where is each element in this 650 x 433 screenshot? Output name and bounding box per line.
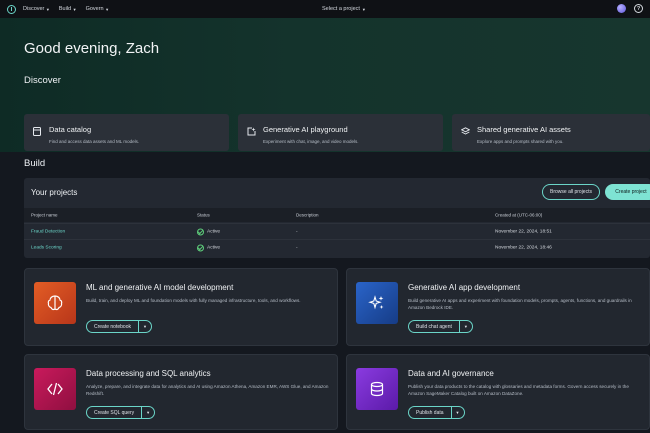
top-nav: Discover ▼ Build ▼ Govern ▼ Select a projec… [0, 0, 650, 18]
nav-build[interactable]: Build ▼ [59, 6, 77, 12]
app-logo-icon[interactable] [7, 4, 16, 14]
chevron-down-icon[interactable]: ▼ [460, 324, 472, 329]
chevron-down-icon[interactable]: ▼ [142, 410, 154, 415]
database-icon [356, 368, 398, 410]
catalog-icon [33, 127, 41, 136]
project-selector[interactable]: Select a project ▼ [322, 6, 366, 12]
greeting: Good evening, Zach [24, 40, 160, 57]
chevron-down-icon[interactable]: ▼ [139, 324, 151, 329]
build-heading: Build [24, 158, 46, 169]
nav-govern[interactable]: Govern ▼ [86, 6, 110, 12]
user-avatar[interactable] [617, 4, 626, 13]
projects-panel: Your projects Browse all projects Create… [24, 178, 650, 258]
table-header: Project name Status Description Created … [24, 208, 650, 222]
hero-section: Good evening, Zach Discover Data catalog… [0, 18, 650, 152]
genai-app-dev-card: Generative AI app development Build gene… [346, 268, 650, 346]
shared-assets-card[interactable]: Shared generative AI assets Explore apps… [452, 114, 650, 151]
code-icon [34, 368, 76, 410]
discover-heading: Discover [24, 75, 61, 86]
create-project-button[interactable]: Create project [605, 184, 650, 200]
playground-icon [247, 127, 256, 136]
genai-playground-card[interactable]: Generative AI playground Experiment with… [238, 114, 443, 151]
data-catalog-card[interactable]: Data catalog Find and access data assets… [24, 114, 229, 151]
chevron-down-icon: ▼ [72, 6, 77, 12]
brain-icon [34, 282, 76, 324]
chevron-down-icon: ▼ [105, 6, 110, 12]
check-circle-icon [197, 244, 204, 251]
chevron-down-icon: ▼ [45, 6, 50, 12]
help-icon[interactable]: ? [634, 4, 643, 13]
table-row: Fraud Detection Active - November 22, 20… [24, 223, 650, 239]
browse-projects-button[interactable]: Browse all projects [542, 184, 600, 200]
publish-data-button[interactable]: Publish data ▼ [408, 406, 465, 419]
nav-discover[interactable]: Discover ▼ [23, 6, 50, 12]
layers-icon [461, 127, 470, 135]
projects-title: Your projects [31, 188, 78, 197]
check-circle-icon [197, 228, 204, 235]
build-chat-agent-button[interactable]: Build chat agent ▼ [408, 320, 473, 333]
chevron-down-icon: ▼ [361, 6, 366, 12]
create-sql-query-button[interactable]: Create SQL query ▼ [86, 406, 156, 419]
create-notebook-button[interactable]: Create notebook ▼ [86, 320, 152, 333]
project-link[interactable]: Fraud Detection [31, 229, 65, 234]
chevron-down-icon[interactable]: ▼ [452, 410, 464, 415]
data-governance-card: Data and AI governance Publish your data… [346, 354, 650, 430]
data-processing-card: Data processing and SQL analytics Analyz… [24, 354, 338, 430]
ml-model-dev-card: ML and generative AI model development B… [24, 268, 338, 346]
sparkle-icon [356, 282, 398, 324]
project-link[interactable]: Leads Scoring [31, 245, 62, 250]
table-row: Leads Scoring Active - November 22, 2024… [24, 239, 650, 255]
